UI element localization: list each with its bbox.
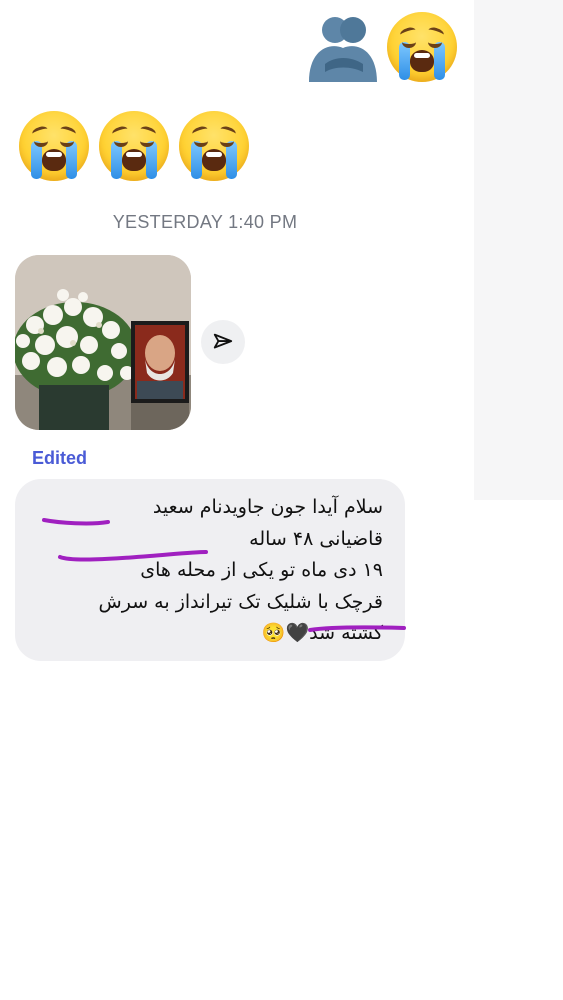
sent-emoji-message[interactable] (305, 12, 457, 82)
message-timestamp: YESTERDAY 1:40 PM (112, 212, 298, 232)
text-message-bubble[interactable]: سلام آیدا جون جاویدنام سعید قاضیانی ۴۸ س… (15, 479, 405, 661)
share-button[interactable] (201, 320, 245, 364)
message-line: سلام آیدا جون جاویدنام سعید (152, 496, 383, 518)
loudly-crying-face-icon (179, 111, 249, 181)
paper-plane-icon (213, 333, 233, 349)
loudly-crying-face-icon (19, 111, 89, 181)
message-line: کشته شد🖤🥺 (261, 622, 383, 644)
loudly-crying-face-icon (387, 12, 457, 82)
message-line: قرچک با شلیک تک تیرانداز به سرش (98, 590, 383, 613)
photo-message[interactable] (15, 255, 191, 430)
loudly-crying-face-icon (99, 111, 169, 181)
message-line: ۱۹ دی ماه تو یکی از محله های (140, 559, 383, 581)
received-emoji-message[interactable] (19, 111, 249, 181)
message-text: سلام آیدا جون جاویدنام سعید قاضیانی ۴۸ س… (23, 492, 383, 650)
message-line: قاضیانی ۴۸ ساله (249, 527, 383, 550)
memorial-photo-image (15, 255, 191, 430)
people-hugging-icon (309, 17, 377, 82)
edited-label: Edited (32, 448, 88, 468)
side-panel-background (474, 0, 563, 500)
